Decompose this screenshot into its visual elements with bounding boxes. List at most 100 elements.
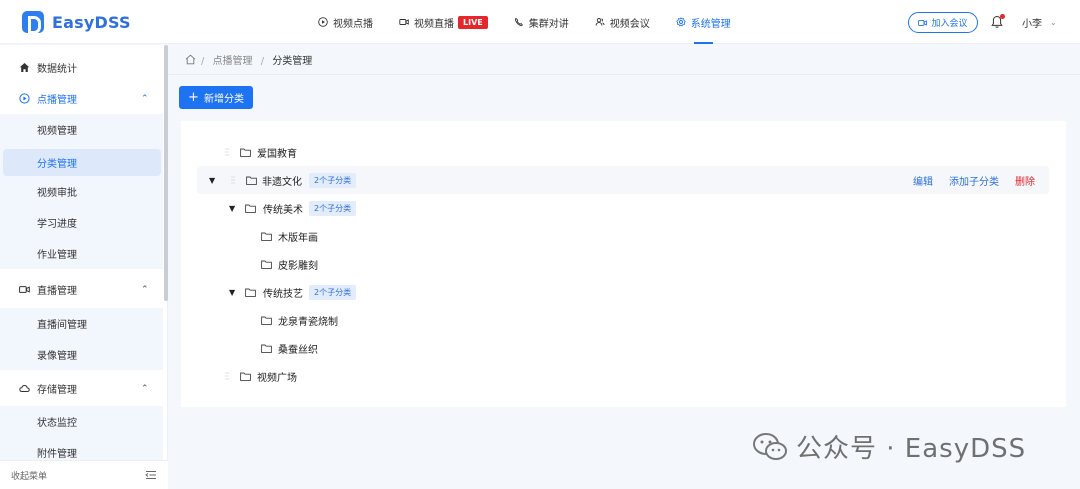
sidebar-item-status-monitoring[interactable]: 状态监控: [0, 406, 163, 437]
sidebar-group-vod[interactable]: 点播管理 ⌃: [0, 83, 163, 114]
join-meeting-button[interactable]: 加入会议: [908, 12, 978, 33]
caret-down-icon[interactable]: ▼: [229, 204, 235, 213]
breadcrumb-parent[interactable]: 点播管理: [213, 56, 253, 67]
video-camera-icon: [918, 19, 928, 26]
tree-node[interactable]: ▼ 传统美术 2个子分类: [181, 195, 1066, 221]
sidebar-item-label: 视频管理: [37, 126, 77, 137]
folder-icon: [261, 316, 272, 325]
sidebar-group-live[interactable]: 直播管理 ⌃: [0, 274, 163, 305]
sidebar-item-video-approval[interactable]: 视频审批: [0, 176, 163, 207]
nav-label: 视频直播: [414, 18, 454, 30]
sidebar-item-label: 作业管理: [37, 250, 77, 261]
sidebar-group-label: 点播管理: [37, 95, 77, 106]
tree-node-name: 视频广场: [257, 372, 297, 384]
folder-icon: [261, 232, 272, 241]
category-tree-panel: 爱国教育 ▼ 非遗文化 2个子分类 编辑 添加子分类 删除 ▼ 传统美术 2个子…: [181, 121, 1066, 407]
nav-live-video[interactable]: 视频直播 LIVE: [399, 0, 488, 44]
play-circle-icon: [318, 17, 328, 27]
live-badge: LIVE: [458, 15, 488, 29]
top-bar: EasyDSS 视频点播 视频直播 LIVE 集群对讲 视频会议 系统管理 加入…: [0, 0, 1080, 44]
sidebar-group-label: 直播管理: [37, 286, 77, 297]
video-camera-icon: [19, 286, 30, 293]
app-name: EasyDSS: [52, 12, 131, 32]
tree-node[interactable]: 视频广场: [181, 363, 1066, 389]
sidebar: 数据统计 点播管理 ⌃ 视频管理 分类管理 视频审批 学习进度 作业管理 直播管…: [0, 45, 168, 489]
tree-node-actions: 编辑 添加子分类 删除: [897, 173, 1035, 188]
edit-link[interactable]: 编辑: [913, 173, 933, 188]
child-count-badge: 2个子分类: [309, 284, 357, 300]
sidebar-item-dashboard[interactable]: 数据统计: [0, 52, 163, 83]
sidebar-group-storage[interactable]: 存储管理 ⌃: [0, 373, 163, 404]
notification-dot: [1000, 14, 1005, 19]
tree-node-name: 爱国教育: [257, 148, 297, 160]
folder-icon: [240, 372, 251, 381]
join-meeting-label: 加入会议: [931, 19, 968, 29]
sidebar-item-label: 视频审批: [37, 188, 77, 199]
plus-icon: +: [188, 90, 199, 105]
tree-node[interactable]: 爱国教育: [181, 139, 1066, 165]
sidebar-item-learning-progress[interactable]: 学习进度: [0, 207, 163, 238]
add-category-button[interactable]: + 新增分类: [179, 86, 253, 109]
sidebar-scrollbar[interactable]: [164, 45, 168, 301]
sidebar-item-homework-management[interactable]: 作业管理: [0, 238, 163, 269]
video-camera-icon: [399, 19, 409, 25]
sidebar-item-category-management[interactable]: 分类管理: [3, 149, 161, 176]
tree-node[interactable]: 桑蚕丝织: [181, 335, 1066, 361]
chevron-up-icon: ⌃: [141, 93, 149, 104]
play-circle-icon: [19, 93, 30, 104]
folder-icon: [240, 148, 251, 157]
drag-handle-icon[interactable]: [225, 371, 229, 381]
user-name: 小李: [1022, 19, 1042, 30]
folder-icon: [261, 260, 272, 269]
main-nav: 视频点播 视频直播 LIVE 集群对讲 视频会议 系统管理: [318, 0, 757, 44]
sidebar-item-video-management[interactable]: 视频管理: [0, 114, 163, 145]
app-logo[interactable]: EasyDSS: [22, 11, 131, 34]
sidebar-item-label: 分类管理: [37, 159, 77, 170]
nav-system-management[interactable]: 系统管理: [675, 0, 731, 44]
collapse-menu-button[interactable]: 收起菜单: [0, 460, 168, 489]
sidebar-item-label: 学习进度: [37, 219, 77, 230]
child-count-badge: 2个子分类: [309, 172, 357, 188]
user-menu[interactable]: 小李 ⌄: [1022, 15, 1057, 30]
caret-down-icon[interactable]: ▼: [209, 176, 215, 185]
sidebar-item-label: 数据统计: [37, 64, 77, 75]
sidebar-item-recording-management[interactable]: 录像管理: [0, 339, 163, 370]
nav-video-on-demand[interactable]: 视频点播: [318, 0, 373, 44]
tree-node-name: 龙泉青瓷烧制: [278, 316, 338, 328]
drag-handle-icon[interactable]: [225, 147, 229, 157]
chevron-up-icon: ⌃: [141, 383, 149, 394]
wechat-icon: [753, 432, 787, 460]
nav-cluster-intercom[interactable]: 集群对讲: [514, 0, 569, 44]
sidebar-group-label: 存储管理: [37, 385, 77, 396]
tree-node[interactable]: 龙泉青瓷烧制: [181, 307, 1066, 333]
tree-node-name: 皮影雕刻: [278, 260, 318, 272]
nav-video-meeting[interactable]: 视频会议: [595, 0, 650, 44]
add-child-link[interactable]: 添加子分类: [949, 173, 999, 188]
nav-label: 集群对讲: [528, 18, 569, 30]
folder-icon: [245, 288, 256, 297]
nav-label: 系统管理: [690, 18, 731, 30]
tree-node[interactable]: ▼ 传统技艺 2个子分类: [181, 279, 1066, 305]
users-icon: [595, 18, 605, 26]
sidebar-item-label: 录像管理: [37, 351, 77, 362]
delete-link[interactable]: 删除: [1015, 173, 1035, 188]
drag-handle-icon[interactable]: [231, 175, 235, 185]
tree-node[interactable]: 木版年画: [181, 223, 1066, 249]
breadcrumb: / 点播管理 / 分类管理: [168, 45, 1080, 75]
chevron-up-icon: ⌃: [141, 284, 149, 295]
nav-label: 视频点播: [333, 18, 373, 30]
tree-node[interactable]: 皮影雕刻: [181, 251, 1066, 277]
home-icon: [19, 63, 30, 72]
sidebar-item-label: 附件管理: [37, 449, 77, 460]
watermark: 公众号 · EasyDSS: [752, 428, 1026, 465]
menu-fold-icon: [145, 471, 156, 479]
home-icon[interactable]: [185, 54, 196, 65]
tree-node-selected[interactable]: ▼ 非遗文化 2个子分类 编辑 添加子分类 删除: [197, 166, 1049, 194]
sidebar-item-live-room-management[interactable]: 直播间管理: [0, 308, 163, 339]
folder-icon: [246, 176, 257, 185]
caret-down-icon[interactable]: ▼: [229, 288, 235, 297]
gear-icon: [675, 17, 686, 27]
sidebar-item-label: 直播间管理: [37, 320, 87, 331]
tree-node-name: 桑蚕丝织: [278, 344, 318, 356]
sidebar-item-label: 状态监控: [37, 418, 77, 429]
